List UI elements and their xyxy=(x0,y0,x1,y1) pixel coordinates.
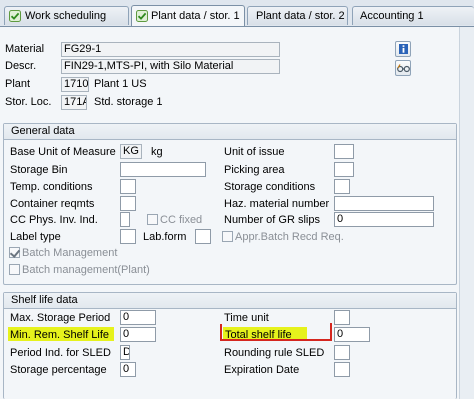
shelf-life-group: Shelf life data xyxy=(3,292,457,399)
min-rem-shelf-life-field[interactable]: 0 xyxy=(120,327,156,342)
glasses-icon xyxy=(397,64,410,76)
time-unit-field[interactable] xyxy=(334,310,350,325)
check-icon xyxy=(9,10,21,22)
vertical-scrollbar[interactable] xyxy=(459,27,474,399)
base-uom-label: Base Unit of Measure xyxy=(10,146,116,158)
group-title: General data xyxy=(4,124,456,140)
appr-batch-label: Appr.Batch Recd Req. xyxy=(235,231,344,243)
storage-percentage-field[interactable]: 0 xyxy=(120,362,136,377)
storage-conditions-field[interactable] xyxy=(334,179,350,194)
temp-conditions-label: Temp. conditions xyxy=(10,181,93,193)
batch-management-label: Batch Management xyxy=(22,247,118,259)
plant-label: Plant xyxy=(5,78,31,90)
picking-area-label: Picking area xyxy=(224,164,285,176)
expiration-date-field[interactable] xyxy=(334,362,350,377)
descr-field[interactable]: FIN29-1,MTS-PI, with Silo Material xyxy=(61,59,280,74)
period-ind-sled-field[interactable]: D xyxy=(120,345,130,360)
tab-plant-data-stor-2[interactable]: Plant data / stor. 2 xyxy=(247,6,348,25)
display-toggle-button[interactable] xyxy=(395,60,411,76)
container-reqmts-label: Container reqmts xyxy=(10,198,95,210)
tab-accounting-1[interactable]: Accounting 1 xyxy=(352,6,474,25)
batch-management-plant-label: Batch management(Plant) xyxy=(22,264,150,276)
info-icon xyxy=(399,44,408,57)
min-rem-shelf-life-label: Min. Rem. Shelf Life xyxy=(10,329,110,341)
material-field[interactable]: FG29-1 xyxy=(61,42,280,57)
tab-plant-data-stor-1[interactable]: Plant data / stor. 1 xyxy=(131,5,245,27)
stor-loc-description: Std. storage 1 xyxy=(94,96,163,108)
temp-conditions-field[interactable] xyxy=(120,179,136,194)
tab-label: Plant data / stor. 1 xyxy=(151,10,240,22)
unit-of-issue-label: Unit of issue xyxy=(224,146,285,158)
cc-phys-inv-label: CC Phys. Inv. Ind. xyxy=(10,214,98,226)
lab-form-label: Lab.form xyxy=(143,231,187,243)
base-uom-text: kg xyxy=(151,146,163,158)
info-button[interactable] xyxy=(395,41,411,57)
rounding-rule-sled-label: Rounding rule SLED xyxy=(224,347,325,359)
plant-description: Plant 1 US xyxy=(94,78,147,90)
stor-loc-label: Stor. Loc. xyxy=(5,96,52,108)
num-gr-slips-field[interactable]: 0 xyxy=(334,212,434,227)
period-ind-sled-label: Period Ind. for SLED xyxy=(10,347,111,359)
check-icon xyxy=(136,10,148,22)
batch-management-plant-checkbox[interactable] xyxy=(9,264,20,275)
expiration-date-label: Expiration Date xyxy=(224,364,300,376)
total-shelf-life-field[interactable]: 0 xyxy=(334,327,370,342)
material-label: Material xyxy=(5,43,45,55)
label-type-field[interactable] xyxy=(120,229,136,244)
plant-field[interactable]: 1710 xyxy=(61,77,89,92)
unit-of-issue-field[interactable] xyxy=(334,144,354,159)
label-type-label: Label type xyxy=(10,231,61,243)
storage-percentage-label: Storage percentage xyxy=(10,364,107,376)
cc-fixed-label: CC fixed xyxy=(160,214,203,226)
group-title: Shelf life data xyxy=(4,293,456,309)
batch-management-checkbox[interactable] xyxy=(9,247,20,258)
cc-phys-inv-field[interactable] xyxy=(120,212,130,227)
storage-bin-field[interactable] xyxy=(120,162,206,177)
tab-label: Work scheduling xyxy=(25,10,107,22)
rounding-rule-sled-field[interactable] xyxy=(334,345,350,360)
appr-batch-checkbox[interactable] xyxy=(222,231,233,242)
storage-bin-label: Storage Bin xyxy=(10,164,68,176)
max-storage-period-label: Max. Storage Period xyxy=(10,312,111,324)
red-marker-right xyxy=(320,323,332,339)
tab-work-scheduling[interactable]: Work scheduling xyxy=(4,6,129,25)
storage-conditions-label: Storage conditions xyxy=(224,181,316,193)
tab-bar: Work scheduling Plant data / stor. 2 Acc… xyxy=(0,0,474,27)
cc-fixed-checkbox[interactable] xyxy=(147,214,158,225)
total-shelf-life-label: Total shelf life xyxy=(225,329,292,341)
num-gr-slips-label: Number of GR slips xyxy=(224,214,320,226)
lab-form-field[interactable] xyxy=(195,229,211,244)
picking-area-field[interactable] xyxy=(334,162,354,177)
max-storage-period-field[interactable]: 0 xyxy=(120,310,156,325)
tab-label: Accounting 1 xyxy=(360,10,424,22)
haz-material-label: Haz. material number xyxy=(224,198,330,210)
descr-label: Descr. xyxy=(5,60,37,72)
base-uom-field[interactable]: KG xyxy=(120,144,142,159)
haz-material-field[interactable] xyxy=(334,196,434,211)
tab-label: Plant data / stor. 2 xyxy=(256,10,345,22)
stor-loc-field[interactable]: 171A xyxy=(61,95,87,110)
time-unit-label: Time unit xyxy=(224,312,269,324)
container-reqmts-field[interactable] xyxy=(120,196,136,211)
